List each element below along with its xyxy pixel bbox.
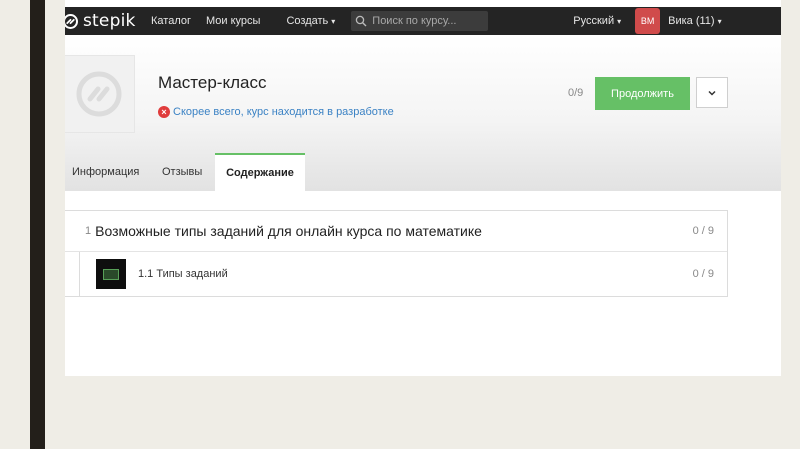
lesson-progress: 0 / 9 — [692, 268, 714, 280]
left-margin — [45, 0, 65, 449]
course-tabs: Информация Отзывы Содержание — [65, 153, 305, 191]
course-placeholder-icon — [76, 71, 122, 117]
course-status[interactable]: × Скорее всего, курс находится в разрабо… — [158, 106, 394, 118]
module-progress: 0 / 9 — [692, 225, 714, 237]
tab-info[interactable]: Информация — [65, 153, 149, 191]
nav-create-label: Создать — [286, 15, 329, 27]
module-card: 1 Возможные типы заданий для онлайн курс… — [65, 210, 728, 297]
course-header: Мастер-класс × Скорее всего, курс находи… — [65, 35, 781, 191]
continue-button[interactable]: Продолжить — [595, 77, 690, 110]
course-cover — [65, 55, 135, 133]
user-menu[interactable]: Вика (11) ▾ — [668, 15, 721, 27]
error-icon: × — [158, 106, 170, 118]
browser-viewport: stepik Каталог Мои курсы Создать ▾ Русск… — [65, 0, 781, 376]
module-header[interactable]: 1 Возможные типы заданий для онлайн курс… — [65, 211, 727, 252]
search-box[interactable] — [351, 11, 489, 31]
search-icon — [356, 15, 367, 27]
chevron-down-icon: ▾ — [331, 16, 336, 26]
course-progress: 0/9 — [568, 87, 584, 99]
module-title[interactable]: Возможные типы заданий для онлайн курса … — [95, 223, 482, 239]
logo-text: stepik — [83, 11, 136, 31]
tab-reviews[interactable]: Отзывы — [149, 153, 215, 191]
language-selector[interactable]: Русский ▾ — [573, 15, 621, 27]
avatar[interactable]: ВМ — [635, 8, 661, 34]
lesson-title[interactable]: 1.1 Типы заданий — [138, 268, 228, 280]
module-number: 1 — [85, 225, 92, 237]
page-title: Мастер-класс — [158, 73, 267, 92]
list-item[interactable]: 1.1 Типы заданий 0 / 9 — [79, 252, 727, 296]
chevron-down-icon: ▾ — [717, 16, 722, 26]
user-label: Вика (11) — [668, 15, 715, 27]
nav-my-courses-link[interactable]: Мои курсы — [206, 15, 260, 27]
course-status-text: Скорее всего, курс находится в разработк… — [173, 106, 394, 118]
top-navbar: stepik Каталог Мои курсы Создать ▾ Русск… — [65, 7, 781, 35]
language-label: Русский — [573, 15, 615, 27]
lesson-thumbnail-image — [103, 268, 119, 280]
stepik-logo-icon — [65, 13, 78, 29]
more-options-button[interactable] — [696, 77, 728, 108]
left-border-bar — [30, 0, 45, 449]
chevron-down-icon: ▾ — [617, 16, 622, 26]
chevron-down-icon — [708, 90, 716, 96]
stepik-logo[interactable]: stepik — [65, 11, 143, 31]
lesson-thumbnail — [96, 259, 126, 289]
search-input[interactable] — [372, 15, 483, 27]
nav-create-menu[interactable]: Создать ▾ — [286, 15, 335, 27]
tab-contents[interactable]: Содержание — [215, 153, 305, 191]
nav-catalog-link[interactable]: Каталог — [151, 15, 191, 27]
